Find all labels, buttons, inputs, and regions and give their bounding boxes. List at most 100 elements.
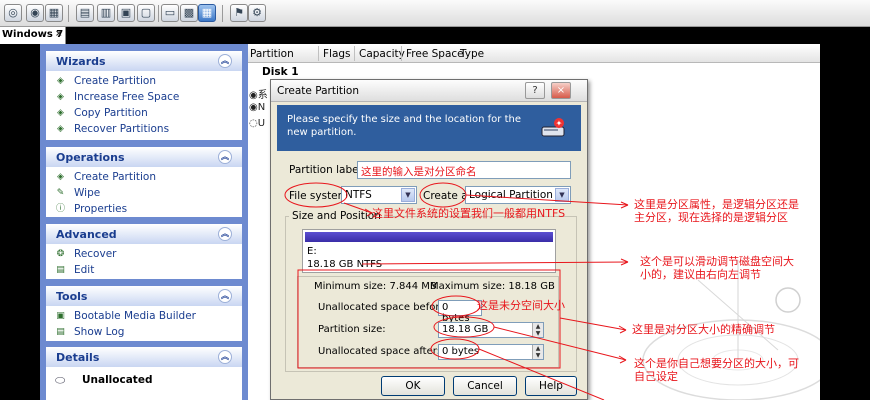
annotation-yourself-2: 自己设定 bbox=[634, 370, 678, 383]
tools-group: Tools ︽ ▣ Bootable Media Builder ▤ Show Lo… bbox=[46, 286, 242, 341]
annotation-logical-1: 这里是分区属性，是逻辑分区还是 bbox=[634, 198, 799, 211]
toolbar-divider bbox=[222, 5, 223, 22]
task-pane: Wizards ︽ ◈ Create Partition ◈ Increase Fr… bbox=[40, 44, 248, 400]
partition-map-slider[interactable]: E: 18.18 GB NTFS bbox=[302, 229, 556, 273]
svg-text:✦: ✦ bbox=[556, 119, 563, 128]
unalloc-before-value: 0 bytes bbox=[442, 302, 470, 324]
size-position-legend: Size and Position bbox=[289, 210, 384, 222]
grid-icon[interactable]: ▦ bbox=[45, 4, 63, 22]
col-flags[interactable]: Flags bbox=[323, 48, 351, 60]
item-label: Wipe bbox=[74, 187, 101, 199]
wizard-recover-partitions[interactable]: ◈ Recover Partitions bbox=[46, 121, 242, 137]
unalloc-after-stepper[interactable]: 0 bytes ▲ ▼ bbox=[438, 344, 544, 360]
partition-size-bar[interactable] bbox=[305, 232, 553, 242]
annotation-slide-1: 这个是可以滑动调节磁盘空间大 bbox=[640, 255, 794, 268]
collapse-chevron-icon[interactable]: ︽ bbox=[218, 150, 232, 164]
tab-close-icon[interactable]: × bbox=[55, 29, 63, 39]
collapse-chevron-icon[interactable]: ︽ bbox=[218, 350, 232, 364]
column-divider bbox=[354, 46, 355, 61]
disk1-label[interactable]: Disk 1 bbox=[262, 66, 299, 78]
active-view-icon[interactable]: ▦ bbox=[198, 4, 216, 22]
spin-arrows-icon[interactable]: ▲ ▼ bbox=[532, 323, 543, 337]
tool-show-log[interactable]: ▤ Show Log bbox=[46, 324, 242, 340]
unalloc-before-label: Unallocated space before: bbox=[318, 302, 449, 313]
advanced-title: Advanced bbox=[56, 228, 117, 241]
disk-row[interactable]: ◉系 bbox=[249, 86, 268, 101]
chevron-down-icon[interactable]: ▼ bbox=[555, 188, 569, 202]
disk-row[interactable]: ◉N bbox=[249, 102, 265, 113]
adv-recover[interactable]: ❂ Recover bbox=[46, 246, 242, 262]
create-as-select[interactable]: Logical Partition ▼ bbox=[465, 186, 571, 204]
close-icon[interactable]: × bbox=[551, 82, 571, 99]
wipe-icon: ✎ bbox=[56, 188, 65, 198]
details-header[interactable]: Details ︽ bbox=[46, 347, 242, 367]
annotation-slide-2: 小的，建议由右向左调节 bbox=[640, 268, 761, 281]
wizards-header[interactable]: Wizards ︽ bbox=[46, 51, 242, 71]
collapse-chevron-icon[interactable]: ︽ bbox=[218, 227, 232, 241]
partition-icon[interactable]: ◉ bbox=[26, 4, 44, 22]
apply-icon[interactable]: ⚑ bbox=[230, 4, 248, 22]
layout-icon[interactable]: ▤ bbox=[76, 4, 94, 22]
monitor-icon[interactable]: ▭ bbox=[161, 4, 179, 22]
ok-button[interactable]: OK bbox=[381, 376, 445, 396]
recover-partitions-icon: ◈ bbox=[57, 124, 64, 134]
collapse-chevron-icon[interactable]: ︽ bbox=[218, 289, 232, 303]
file-system-select[interactable]: NTFS ▼ bbox=[341, 186, 417, 204]
unalloc-before-stepper[interactable]: 0 bytes bbox=[438, 300, 482, 324]
op-create-partition[interactable]: ◈ Create Partition bbox=[46, 169, 242, 185]
wizard-increase-free-space[interactable]: ◈ Increase Free Space bbox=[46, 89, 242, 105]
toolbar-divider bbox=[158, 5, 159, 22]
item-label: Properties bbox=[74, 203, 128, 215]
col-capacity[interactable]: Capacity bbox=[359, 48, 405, 60]
background-disk-art bbox=[642, 260, 820, 400]
col-free-space[interactable]: Free Space bbox=[406, 48, 464, 60]
image-icon[interactable]: ▩ bbox=[180, 4, 198, 22]
operations-header[interactable]: Operations ︽ bbox=[46, 147, 242, 167]
chevron-down-icon[interactable]: ▼ bbox=[401, 188, 415, 202]
disk-row[interactable]: ◌U bbox=[249, 118, 265, 129]
tools-title: Tools bbox=[56, 290, 88, 303]
partition-size-stepper[interactable]: 18.18 GB ▲ ▼ bbox=[438, 322, 544, 338]
details-title: Details bbox=[56, 351, 100, 364]
details-value: Unallocated bbox=[82, 374, 153, 386]
annotation-yourself-1: 这个是你自己想要分区的大小，可 bbox=[634, 357, 799, 370]
dialog-header-banner: Please specify the size and the location… bbox=[277, 105, 581, 151]
help-icon[interactable]: ? bbox=[525, 82, 545, 99]
item-label: Recover bbox=[74, 248, 117, 260]
item-label: Copy Partition bbox=[74, 107, 148, 119]
file-system-value: NTFS bbox=[345, 189, 372, 201]
settings-icon[interactable]: ⚙ bbox=[248, 4, 266, 22]
item-label: Edit bbox=[74, 264, 95, 276]
dialog-titlebar[interactable]: Create Partition ? × bbox=[271, 80, 587, 102]
operations-group: Operations ︽ ◈ Create Partition ✎ Wipe ⓘ Pr… bbox=[46, 147, 242, 217]
wizard-copy-partition[interactable]: ◈ Copy Partition bbox=[46, 105, 242, 121]
disk-icon[interactable]: ◎ bbox=[4, 4, 22, 22]
column-divider bbox=[401, 46, 402, 61]
create-partition-icon: ◈ bbox=[57, 76, 64, 86]
item-label: Recover Partitions bbox=[74, 123, 170, 135]
wizard-create-partition[interactable]: ◈ Create Partition bbox=[46, 73, 242, 89]
col-type[interactable]: Type bbox=[460, 48, 484, 60]
tool-bootable-media[interactable]: ▣ Bootable Media Builder bbox=[46, 308, 242, 324]
annotation-unalloc: 这是未分空间大小 bbox=[477, 299, 565, 312]
increase-space-icon: ◈ bbox=[57, 92, 64, 102]
wizard-icon[interactable]: ▣ bbox=[117, 4, 135, 22]
tools-header[interactable]: Tools ︽ bbox=[46, 286, 242, 306]
header-text: Please specify the size and the location… bbox=[287, 114, 521, 138]
cancel-button[interactable]: Cancel bbox=[453, 376, 517, 396]
spin-arrows-icon[interactable]: ▲ ▼ bbox=[532, 345, 543, 359]
op-wipe[interactable]: ✎ Wipe bbox=[46, 185, 242, 201]
col-partition[interactable]: Partition bbox=[250, 48, 294, 60]
unalloc-after-label: Unallocated space after: bbox=[318, 346, 441, 357]
advanced-header[interactable]: Advanced ︽ bbox=[46, 224, 242, 244]
help-button[interactable]: Help bbox=[525, 376, 577, 396]
partition-label-input[interactable]: 这里的输入是对分区命名 bbox=[357, 161, 571, 179]
op-properties[interactable]: ⓘ Properties bbox=[46, 201, 242, 217]
adv-edit[interactable]: ▤ Edit bbox=[46, 262, 242, 278]
toolbar-divider bbox=[68, 5, 69, 22]
view-icon[interactable]: ▥ bbox=[97, 4, 115, 22]
collapse-chevron-icon[interactable]: ︽ bbox=[218, 54, 232, 68]
window-icon[interactable]: ▢ bbox=[137, 4, 155, 22]
edit-icon: ▤ bbox=[56, 265, 65, 275]
tab-windows7[interactable]: Windows 7 × bbox=[0, 27, 66, 44]
